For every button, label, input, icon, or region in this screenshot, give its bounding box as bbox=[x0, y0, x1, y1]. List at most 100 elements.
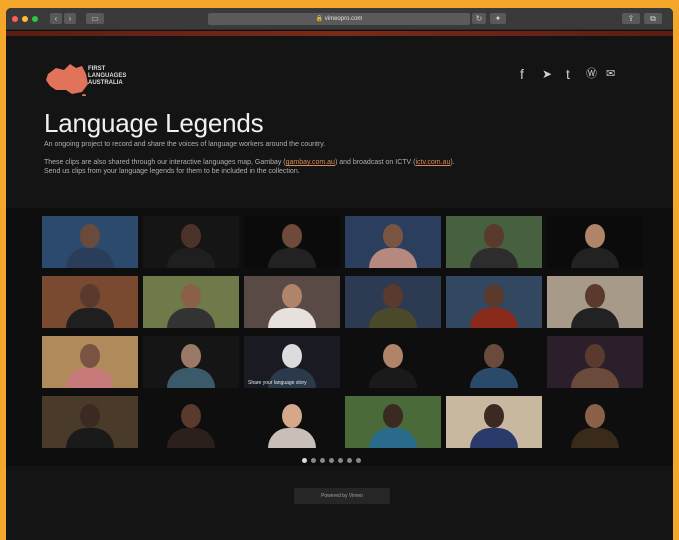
person-body bbox=[66, 308, 114, 328]
person-head bbox=[181, 284, 201, 308]
ictv-link[interactable]: ictv.com.au bbox=[415, 159, 450, 166]
pagination-dot[interactable] bbox=[320, 458, 325, 463]
person-head bbox=[80, 404, 100, 428]
person-body bbox=[66, 248, 114, 268]
tabs-button[interactable]: ⧉ bbox=[644, 13, 662, 24]
video-thumbnail[interactable] bbox=[42, 396, 138, 448]
video-thumbnail[interactable] bbox=[42, 216, 138, 268]
video-thumbnail[interactable] bbox=[345, 276, 441, 328]
person-head bbox=[80, 344, 100, 368]
pagination-dot[interactable] bbox=[329, 458, 334, 463]
person-body bbox=[268, 428, 316, 448]
person-body bbox=[167, 428, 215, 448]
video-thumbnail[interactable] bbox=[244, 276, 340, 328]
extension-button[interactable]: ✦ bbox=[490, 13, 506, 24]
pagination-dot[interactable] bbox=[338, 458, 343, 463]
person-head bbox=[484, 224, 504, 248]
logo-line-2: LANGUAGES bbox=[88, 73, 127, 79]
gallery-pagination bbox=[302, 450, 365, 463]
address-bar[interactable]: 🔒 vimeopro.com bbox=[208, 13, 470, 25]
tumblr-icon[interactable]: t bbox=[566, 66, 570, 82]
video-thumbnail[interactable] bbox=[143, 336, 239, 388]
back-button[interactable]: ‹ bbox=[50, 13, 62, 24]
person-head bbox=[181, 344, 201, 368]
video-thumbnail[interactable] bbox=[547, 276, 643, 328]
forward-button[interactable]: › bbox=[64, 13, 76, 24]
reload-button[interactable]: ↻ bbox=[472, 13, 486, 24]
video-thumbnail[interactable] bbox=[143, 276, 239, 328]
person-body bbox=[369, 368, 417, 388]
facebook-icon[interactable]: f bbox=[520, 66, 524, 82]
email-icon[interactable]: ✉ bbox=[606, 66, 615, 82]
page-content: FIRST LANGUAGES AUSTRALIA f ➤ t Ⓦ ✉ Lang… bbox=[6, 36, 673, 540]
video-gallery: Share your language story bbox=[6, 208, 673, 466]
video-thumbnail[interactable] bbox=[345, 216, 441, 268]
twitter-icon[interactable]: ➤ bbox=[542, 66, 552, 82]
person-body bbox=[369, 248, 417, 268]
video-thumbnail[interactable] bbox=[345, 396, 441, 448]
video-thumbnail[interactable] bbox=[446, 336, 542, 388]
address-text: vimeopro.com bbox=[324, 16, 363, 22]
person-body bbox=[571, 368, 619, 388]
logo-wordmark[interactable]: FIRST LANGUAGES AUSTRALIA bbox=[88, 66, 126, 87]
pagination-dot[interactable] bbox=[311, 458, 316, 463]
person-head bbox=[484, 284, 504, 308]
browser-window: ‹ › ▭ 🔒 vimeopro.com ↻ ✦ ⇪ ⧉ FIRST LANGU… bbox=[6, 8, 673, 540]
person-body bbox=[470, 308, 518, 328]
sidebar-toggle-button[interactable]: ▭ bbox=[86, 13, 104, 24]
person-body bbox=[268, 308, 316, 328]
close-window-button[interactable] bbox=[12, 16, 18, 22]
video-thumbnail[interactable] bbox=[244, 216, 340, 268]
browser-toolbar: ‹ › ▭ 🔒 vimeopro.com ↻ ✦ ⇪ ⧉ bbox=[6, 8, 673, 30]
thumbnail-caption: Share your language story bbox=[248, 380, 307, 386]
logo-line-3: AUSTRALIA bbox=[88, 80, 123, 86]
video-thumbnail[interactable] bbox=[143, 216, 239, 268]
person-body bbox=[66, 428, 114, 448]
video-thumbnail[interactable] bbox=[446, 276, 542, 328]
person-body bbox=[470, 428, 518, 448]
person-head bbox=[282, 284, 302, 308]
description-text: These clips are also shared through our … bbox=[44, 158, 464, 176]
zoom-window-button[interactable] bbox=[32, 16, 38, 22]
video-thumbnail[interactable] bbox=[345, 336, 441, 388]
video-thumbnail[interactable] bbox=[42, 336, 138, 388]
video-thumbnail[interactable] bbox=[446, 396, 542, 448]
wordpress-icon[interactable]: Ⓦ bbox=[586, 66, 597, 82]
person-head bbox=[80, 284, 100, 308]
page-title: Language Legends bbox=[44, 108, 264, 138]
video-thumbnail[interactable] bbox=[547, 396, 643, 448]
minimize-window-button[interactable] bbox=[22, 16, 28, 22]
person-body bbox=[369, 428, 417, 448]
pagination-dot[interactable] bbox=[302, 458, 307, 463]
person-head bbox=[383, 284, 403, 308]
person-body bbox=[470, 248, 518, 268]
person-head bbox=[282, 344, 302, 368]
person-head bbox=[484, 344, 504, 368]
share-button[interactable]: ⇪ bbox=[622, 13, 640, 24]
person-head bbox=[181, 404, 201, 428]
video-thumbnail[interactable] bbox=[244, 396, 340, 448]
video-thumbnail[interactable] bbox=[42, 276, 138, 328]
person-body bbox=[167, 368, 215, 388]
pagination-dot[interactable] bbox=[347, 458, 352, 463]
gambay-link[interactable]: gambay.com.au bbox=[286, 159, 335, 166]
person-body bbox=[571, 308, 619, 328]
person-head bbox=[383, 404, 403, 428]
video-thumbnail[interactable] bbox=[547, 216, 643, 268]
logo-line-1: FIRST bbox=[88, 66, 106, 72]
video-thumbnail[interactable] bbox=[547, 336, 643, 388]
video-thumbnail[interactable]: Share your language story bbox=[244, 336, 340, 388]
person-head bbox=[282, 224, 302, 248]
person-head bbox=[282, 404, 302, 428]
person-body bbox=[167, 308, 215, 328]
person-body bbox=[369, 308, 417, 328]
pagination-dot[interactable] bbox=[356, 458, 361, 463]
video-thumbnail[interactable] bbox=[446, 216, 542, 268]
person-head bbox=[484, 404, 504, 428]
description-part-2: ) and broadcast on ICTV ( bbox=[334, 159, 416, 166]
video-thumbnail[interactable] bbox=[143, 396, 239, 448]
intro-text: An ongoing project to record and share t… bbox=[44, 141, 326, 148]
powered-by-vimeo-button[interactable]: Powered by Vimeo bbox=[294, 488, 390, 504]
person-body bbox=[66, 368, 114, 388]
person-head bbox=[585, 224, 605, 248]
